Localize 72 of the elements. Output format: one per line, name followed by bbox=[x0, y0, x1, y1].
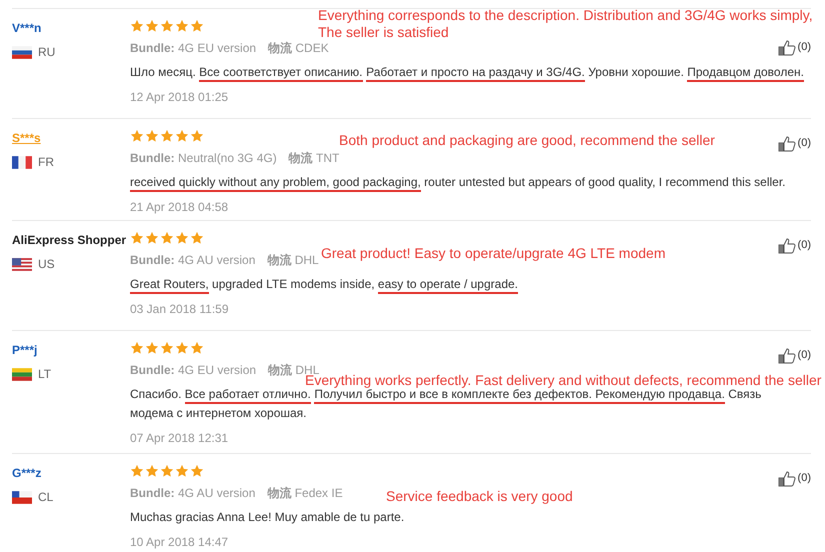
flag-icon bbox=[12, 156, 32, 168]
bundle-info: Bundle: 4G AU version bbox=[130, 252, 256, 269]
review-text: Muchas gracias Anna Lee! Muy amable de tu parte. bbox=[130, 509, 406, 526]
star-icon bbox=[145, 464, 159, 478]
star-icon bbox=[160, 464, 174, 478]
flag-icon bbox=[12, 46, 32, 58]
star-icon bbox=[175, 129, 189, 143]
review-date: 03 Jan 2018 11:59 bbox=[130, 301, 229, 318]
star-icon bbox=[130, 19, 144, 33]
star-icon bbox=[190, 231, 204, 245]
thumbs-up-icon bbox=[778, 347, 796, 364]
star-icon bbox=[160, 19, 174, 33]
bundle-info: Bundle: Neutral(no 3G 4G) bbox=[130, 150, 277, 167]
star-icon bbox=[145, 19, 159, 33]
thumbs-up-icon bbox=[778, 470, 796, 487]
user-name[interactable]: V***n bbox=[12, 19, 42, 37]
annotation-text: Everything corresponds to the description. Distribution and 3G/4G works simply, The seller is satisfied bbox=[318, 7, 813, 41]
flag-icon bbox=[12, 258, 32, 270]
bundle-info: Bundle: 4G EU version bbox=[130, 362, 256, 379]
user-name[interactable]: AliExpress Shopper bbox=[12, 231, 126, 249]
country-code: FR bbox=[38, 154, 54, 171]
annotation-text: Both product and packaging are good, recommend the seller bbox=[339, 132, 715, 149]
star-icon bbox=[175, 464, 189, 478]
star-icon bbox=[130, 129, 144, 143]
thumbs-up-icon bbox=[778, 39, 796, 56]
like-button[interactable]: (0) bbox=[778, 39, 811, 56]
bundle-info: Bundle: 4G EU version bbox=[130, 40, 256, 57]
review-text: Шло месяц. Все соответствует описанию. Работает и просто на раздачу и 3G/4G. Уровни хорошие. Продавцом доволен. bbox=[130, 63, 805, 82]
country-code: US bbox=[38, 256, 55, 273]
user-name[interactable]: G***z bbox=[12, 464, 42, 482]
country-code: LT bbox=[38, 366, 52, 383]
review-date: 12 Apr 2018 01:25 bbox=[130, 89, 228, 106]
thumbs-up-icon bbox=[778, 135, 796, 152]
star-icon bbox=[190, 341, 204, 355]
star-icon bbox=[130, 341, 144, 355]
review-text: received quickly without any problem, good packaging, router untested but appears of good quality, I recommend this seller. bbox=[130, 173, 805, 192]
country-code: CL bbox=[38, 489, 54, 506]
flag-icon bbox=[12, 368, 32, 380]
like-button[interactable]: (0) bbox=[778, 135, 811, 152]
shipping-info: 物流 TNT bbox=[288, 150, 340, 167]
review-text: Спасибо. Все работает отлично. Получил быстро и все в комплекте без дефектов. Рекомендую продавца. Связь модема с интернетом хорошая. bbox=[130, 387, 762, 422]
flag-icon bbox=[12, 490, 32, 504]
star-icon bbox=[190, 129, 204, 143]
review-date: 21 Apr 2018 04:58 bbox=[130, 199, 228, 216]
star-icon bbox=[160, 129, 174, 143]
country-code: RU bbox=[38, 44, 56, 61]
shipping-info: 物流 Fedex IE bbox=[267, 485, 343, 502]
star-icon bbox=[160, 231, 174, 245]
bundle-info: Bundle: 4G AU version bbox=[130, 485, 256, 502]
review-date: 07 Apr 2018 12:31 bbox=[130, 430, 228, 447]
thumbs-up-icon bbox=[778, 237, 796, 254]
star-icon bbox=[145, 231, 159, 245]
star-icon bbox=[145, 341, 159, 355]
review-text: Great Routers, upgraded LTE modems inside, easy to operate / upgrade. bbox=[130, 275, 805, 294]
like-button[interactable]: (0) bbox=[778, 347, 811, 364]
star-icon bbox=[130, 231, 144, 245]
star-icon bbox=[175, 231, 189, 245]
star-icon bbox=[175, 341, 189, 355]
like-button[interactable]: (0) bbox=[778, 237, 811, 254]
star-icon bbox=[175, 19, 189, 33]
shipping-info: 物流 DHL bbox=[267, 252, 319, 269]
star-icon bbox=[190, 19, 204, 33]
star-icon bbox=[130, 464, 144, 478]
like-button[interactable]: (0) bbox=[778, 470, 811, 487]
user-name[interactable]: P***j bbox=[12, 341, 38, 359]
annotation-text: Service feedback is very good bbox=[386, 488, 573, 505]
star-icon bbox=[160, 341, 174, 355]
review-date: 10 Apr 2018 14:47 bbox=[130, 534, 228, 551]
star-icon bbox=[145, 129, 159, 143]
annotation-text: Great product! Easy to operate/upgrate 4G LTE modem bbox=[321, 245, 666, 262]
star-icon bbox=[190, 464, 204, 478]
shipping-info: 物流 CDEK bbox=[268, 40, 329, 57]
